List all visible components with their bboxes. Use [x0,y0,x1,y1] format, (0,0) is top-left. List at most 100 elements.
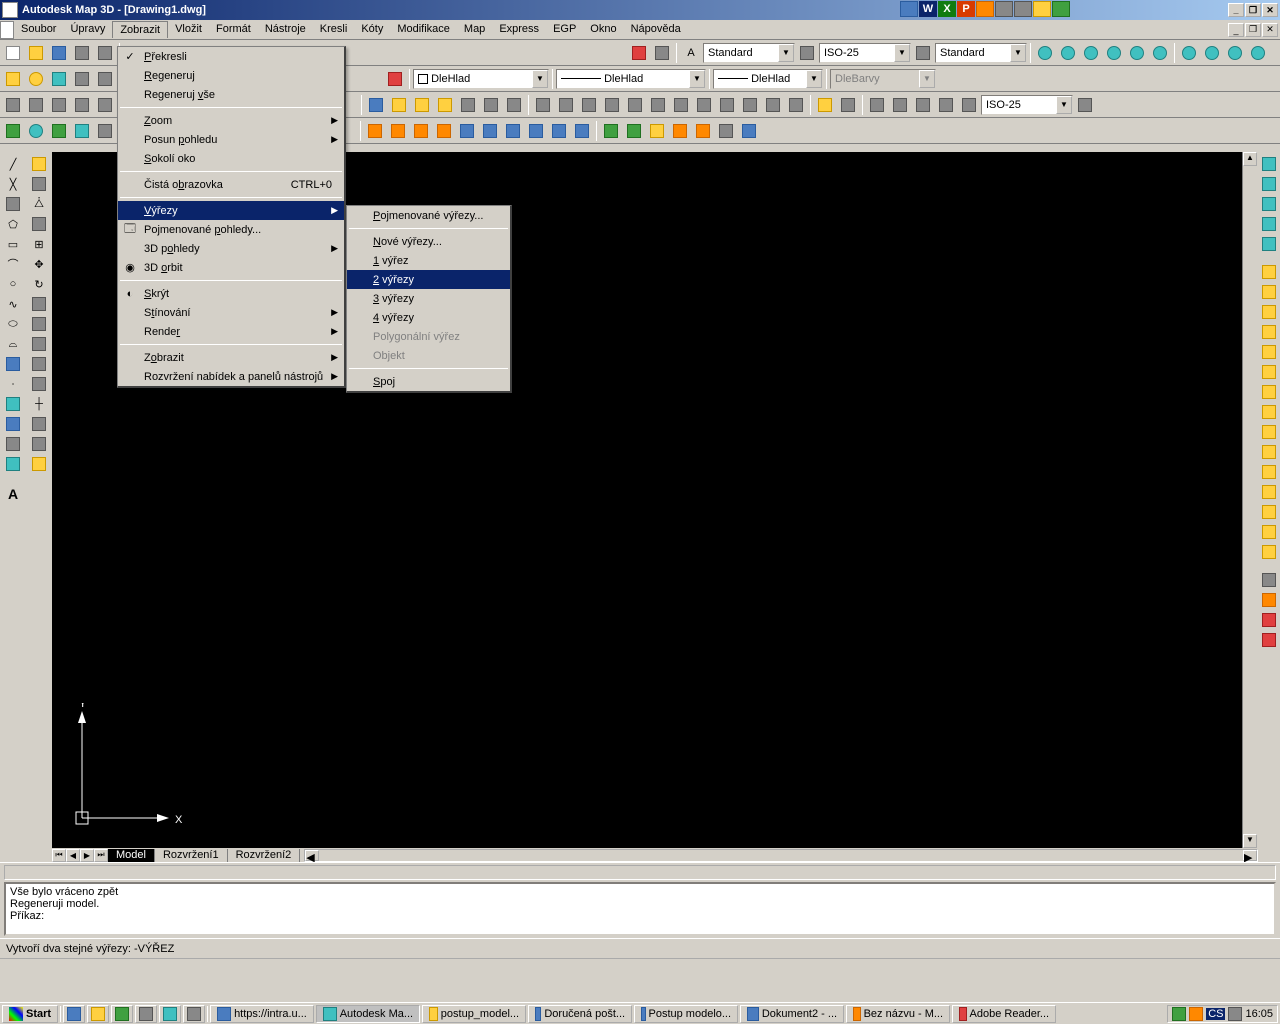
solid-icon[interactable] [456,120,478,142]
style-combo-1[interactable]: Standard▼ [703,43,795,63]
ellipse-icon[interactable]: ⬭ [3,314,23,334]
dimstyle-combo[interactable]: ISO-25▼ [981,95,1073,115]
taskbar-app[interactable]: Autodesk Ma... [316,1005,420,1023]
dim-icon[interactable] [624,94,646,116]
tab-rozvržení2[interactable]: Rozvržení2 [228,849,301,862]
minimize-button[interactable]: _ [1228,3,1244,17]
solid-icon[interactable] [364,120,386,142]
rtool-icon[interactable] [1259,214,1279,234]
solid-icon[interactable] [387,120,409,142]
menu-item[interactable]: 2 výřezy [347,270,510,289]
layer-icon[interactable] [71,68,93,90]
chamfer-icon[interactable] [29,414,49,434]
tray-icon[interactable] [1189,1007,1203,1021]
osnap-icon[interactable] [1259,482,1279,502]
quicklaunch-icon[interactable] [159,1005,181,1023]
map-icon[interactable] [48,120,70,142]
menu-item[interactable]: Zoom▶ [118,111,344,130]
tb-icon[interactable] [480,94,502,116]
zoom-icon[interactable] [1224,42,1246,64]
point-icon[interactable]: ∙ [3,374,23,394]
layer-icon[interactable] [2,68,24,90]
menu-zobrazit[interactable]: Zobrazit [112,21,168,38]
tray-icon[interactable] [1014,1,1032,17]
move-icon[interactable]: ✥ [29,254,49,274]
taskbar-app[interactable]: Bez názvu - M... [846,1005,950,1023]
open-button[interactable] [25,42,47,64]
offset-icon[interactable] [29,214,49,234]
tray-icon[interactable] [1052,1,1070,17]
solid-icon[interactable] [548,120,570,142]
menu-item[interactable]: Výřezy▶ [118,201,344,220]
stretch-icon[interactable] [29,314,49,334]
xline-icon[interactable]: ╳ [3,174,23,194]
pline-icon[interactable] [3,194,23,214]
dim-icon[interactable] [889,94,911,116]
tb-icon[interactable] [411,94,433,116]
map-icon[interactable] [25,120,47,142]
tab-prev[interactable]: ◀ [66,849,80,862]
solid-icon[interactable] [692,120,714,142]
copy-icon[interactable] [29,174,49,194]
quicklaunch-icon[interactable] [183,1005,205,1023]
menu-formát[interactable]: Formát [209,21,258,38]
text-icon[interactable]: A [3,484,23,504]
table-icon[interactable] [3,454,23,474]
osnap-icon[interactable] [1259,422,1279,442]
solid-icon[interactable] [738,120,760,142]
osnap-icon[interactable] [1259,382,1279,402]
render-icon[interactable] [1259,610,1279,630]
zoom-icon[interactable] [1103,42,1125,64]
trim-icon[interactable] [29,334,49,354]
tray-icon[interactable]: W [919,1,937,17]
zoom-icon[interactable] [1247,42,1269,64]
layer-btn[interactable] [384,68,406,90]
tab-next[interactable]: ▶ [80,849,94,862]
region-icon[interactable] [3,434,23,454]
osnap-icon[interactable] [1259,322,1279,342]
osnap-icon[interactable] [1259,282,1279,302]
menu-item[interactable]: 3D pohledy▶ [118,239,344,258]
tab-last[interactable]: ⏭ [94,849,108,862]
array-icon[interactable]: ⊞ [29,234,49,254]
tab-rozvržení1[interactable]: Rozvržení1 [155,849,228,862]
menu-okno[interactable]: Okno [583,21,623,38]
taskbar-app[interactable]: Doručená pošt... [528,1005,632,1023]
solid-icon[interactable] [646,120,668,142]
quicklaunch-icon[interactable] [63,1005,85,1023]
dim-icon[interactable] [958,94,980,116]
osnap-icon[interactable] [1259,402,1279,422]
menu-item[interactable]: ◉3D orbit [118,258,344,277]
preview-button[interactable] [94,42,116,64]
rotate-icon[interactable]: ↻ [29,274,49,294]
tb-icon[interactable] [94,94,116,116]
map-icon[interactable] [94,120,116,142]
dim-icon[interactable] [601,94,623,116]
block-icon[interactable] [3,354,23,374]
osnap-icon[interactable] [1259,362,1279,382]
tb-icon[interactable] [2,94,24,116]
taskbar-app[interactable]: Postup modelo... [634,1005,738,1023]
rect-icon[interactable]: ▭ [3,234,23,254]
menu-item[interactable]: 1 výřez [347,251,510,270]
mdi-close-button[interactable]: ✕ [1262,23,1278,37]
tb-icon[interactable] [457,94,479,116]
menu-item[interactable]: Posun pohledu▶ [118,130,344,149]
circle-icon[interactable]: ○ [3,274,23,294]
dim-icon[interactable] [762,94,784,116]
osnap-icon[interactable] [1259,522,1279,542]
menu-item[interactable]: Čistá obrazovkaCTRL+0 [118,175,344,194]
taskbar-app[interactable]: Dokument2 - ... [740,1005,844,1023]
fillet-icon[interactable] [29,434,49,454]
mdi-restore-button[interactable]: ❐ [1245,23,1261,37]
explode-icon[interactable] [29,454,49,474]
quicklaunch-icon[interactable] [111,1005,133,1023]
taskbar-app[interactable]: https://intra.u... [210,1005,314,1023]
rtool-icon[interactable] [1259,234,1279,254]
hscrollbar[interactable]: ◀▶ [304,849,1258,862]
tray-icon[interactable] [1033,1,1051,17]
tb-icon[interactable] [503,94,525,116]
ellipse-arc-icon[interactable]: ⌓ [3,334,23,354]
tb-icon[interactable] [25,94,47,116]
dim-icon[interactable] [716,94,738,116]
